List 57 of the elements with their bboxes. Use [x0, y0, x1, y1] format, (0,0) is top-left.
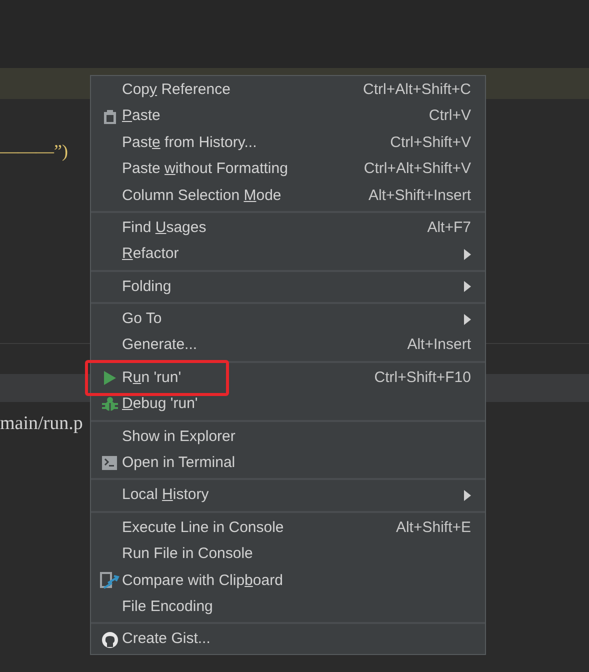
menu-item-label: Generate...: [122, 335, 198, 356]
menu-item[interactable]: Find Usages Alt+F7: [91, 214, 485, 242]
code-text: ———”): [0, 140, 68, 163]
shortcut-text: Ctrl+Shift+F10: [374, 368, 471, 388]
clipboard-icon: [102, 108, 116, 125]
menu-item[interactable]: Column Selection Mode Alt+Shift+Insert: [91, 182, 485, 209]
shortcut-text: Ctrl+V: [428, 106, 471, 126]
shortcut-text: Alt+Shift+E: [396, 518, 471, 538]
menu-item[interactable]: Copy Reference Ctrl+Alt+Shift+C: [91, 77, 485, 104]
menu-item[interactable]: File Encoding: [91, 594, 485, 620]
menu-item-label: Open in Terminal: [122, 453, 236, 474]
shortcut-text: Alt+Insert: [407, 335, 471, 356]
menu-item[interactable]: Show in Explorer: [91, 424, 485, 450]
menu-item-label: Execute Line in Console: [122, 518, 284, 538]
menu-item-label: Refactor: [122, 244, 179, 264]
bug-icon: [102, 396, 118, 412]
menu-item-label: Column Selection Mode: [122, 186, 282, 206]
shortcut-text: Alt+F7: [427, 218, 471, 238]
menu-item-label: Show in Explorer: [122, 426, 236, 447]
menu-item[interactable]: Compare with Clipboard: [91, 568, 485, 594]
menu-item-label: Compare with Clipboard: [122, 570, 283, 591]
menu-item-label: Debug 'run': [122, 394, 198, 414]
menu-item-label: Go To: [122, 309, 162, 330]
shortcut-text: Ctrl+Alt+Shift+C: [363, 80, 471, 100]
terminal-icon: [102, 456, 117, 470]
menu-item[interactable]: Open in Terminal: [91, 450, 485, 476]
play-icon: [102, 370, 116, 386]
menu-item-label: Run 'run': [122, 368, 182, 388]
menu-item[interactable]: Paste from History... Ctrl+Shift+V: [91, 130, 485, 156]
menu-item-label: Copy Reference: [122, 80, 230, 100]
shortcut-text: Ctrl+Alt+Shift+V: [364, 159, 471, 180]
menu-item[interactable]: Paste Ctrl+V: [91, 103, 485, 130]
menu-item-label: Run File in Console: [122, 544, 253, 564]
menu-item-label: File Encoding: [122, 596, 213, 617]
menu-item[interactable]: Create Gist...: [91, 626, 485, 653]
shortcut-text: Alt+Shift+Insert: [368, 186, 471, 206]
github-icon: [100, 630, 118, 649]
file-path-text: main/run.p: [0, 412, 83, 436]
menu-item[interactable]: Folding: [91, 274, 485, 300]
shortcut-text: Ctrl+Shift+V: [390, 132, 471, 153]
menu-item[interactable]: Run File in Console: [91, 541, 485, 568]
menu-item-label: Paste: [122, 106, 160, 126]
menu-item-label: Create Gist...: [122, 629, 210, 650]
menu-item[interactable]: Go To: [91, 306, 485, 333]
menu-item-label: Paste without Formatting: [122, 159, 288, 180]
menu-item-label: Folding: [122, 276, 172, 297]
menu-item[interactable]: Paste without Formatting Ctrl+Alt+Shift+V: [91, 156, 485, 183]
menu-item[interactable]: Refactor: [91, 241, 485, 268]
menu-item-label: Find Usages: [122, 218, 206, 238]
menu-item-label: Local History: [122, 485, 209, 506]
menu-item[interactable]: Run 'run' Ctrl+Shift+F10: [91, 364, 485, 392]
compare-icon: [100, 570, 120, 591]
menu-item-label: Paste from History...: [122, 132, 257, 153]
menu-item[interactable]: Local History: [91, 482, 485, 509]
menu-item[interactable]: Generate... Alt+Insert: [91, 332, 485, 359]
menu-item[interactable]: Execute Line in Console Alt+Shift+E: [91, 514, 485, 542]
menu-item[interactable]: Debug 'run': [91, 391, 485, 418]
